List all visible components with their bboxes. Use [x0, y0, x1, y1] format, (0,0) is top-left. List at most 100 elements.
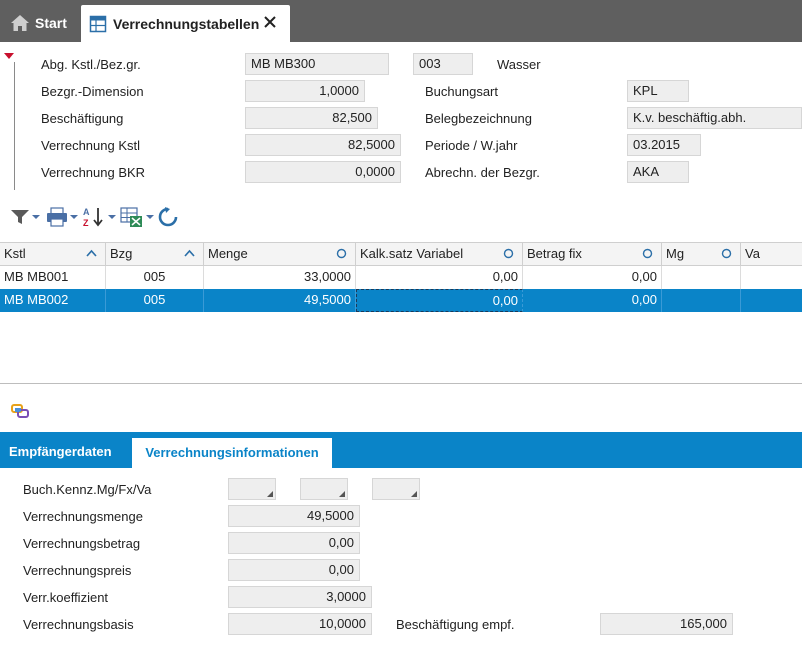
abg-code-field: 003: [413, 53, 473, 75]
verrechnung-bkr-label: Verrechnung BKR: [41, 165, 146, 180]
cell-kstl[interactable]: MB MB001: [0, 266, 106, 289]
verr-koeffizient-field: 3,0000: [228, 586, 372, 608]
home-icon: [11, 15, 29, 31]
kennz-va-field[interactable]: [372, 478, 420, 500]
verrechnungsmenge-field: 49,5000: [228, 505, 360, 527]
cell-bzg[interactable]: 005: [106, 266, 204, 289]
cell-va[interactable]: [741, 289, 802, 312]
print-icon: [47, 207, 67, 227]
sort-neutral-icon: [336, 248, 347, 259]
filter-icon: [11, 210, 29, 224]
column-label: Menge: [208, 246, 248, 261]
abrechn-field: AKA: [627, 161, 689, 183]
chevron-down-icon: [70, 215, 78, 219]
column-header-kalk-satz[interactable]: Kalk.satz Variabel: [356, 243, 523, 265]
chevron-down-icon: [108, 215, 116, 219]
verrechnungsbasis-label: Verrechnungsbasis: [23, 617, 134, 632]
table-icon: [89, 15, 107, 32]
close-icon[interactable]: [262, 14, 278, 30]
refresh-icon: [158, 207, 178, 227]
cell-menge[interactable]: 33,0000: [204, 266, 356, 289]
column-label: Va: [745, 246, 760, 261]
chevron-down-icon: [32, 215, 40, 219]
belegbezeichnung-field: K.v. beschäftig.abh.: [627, 107, 802, 129]
export-button[interactable]: [120, 204, 154, 230]
periode-label: Periode / W.jahr: [425, 138, 518, 153]
tab-start[interactable]: Start: [0, 4, 80, 42]
tab-empfaengerdaten[interactable]: Empfängerdaten: [0, 432, 121, 468]
tab-verrechnungstabellen[interactable]: Verrechnungstabellen: [81, 5, 290, 42]
sort-neutral-icon: [642, 248, 653, 259]
buch-kennz-label: Buch.Kennz.Mg/Fx/Va: [23, 482, 152, 497]
column-label: Kstl: [4, 246, 26, 261]
column-header-mg[interactable]: Mg: [662, 243, 741, 265]
dimension-field: 1,0000: [245, 80, 365, 102]
sort-neutral-icon: [721, 248, 732, 259]
cell-kalk-satz[interactable]: 0,00: [356, 266, 523, 289]
svg-text:Z: Z: [83, 218, 89, 228]
tab-bar: Start Verrechnungstabellen: [0, 0, 802, 42]
verrechnung-bkr-field: 0,0000: [245, 161, 401, 183]
dimension-label: Bezgr.-Dimension: [41, 84, 144, 99]
section-divider: [14, 62, 15, 190]
buchungsart-label: Buchungsart: [425, 84, 498, 99]
kennz-fx-field[interactable]: [300, 478, 348, 500]
cell-va[interactable]: [741, 266, 802, 289]
sort-ascending-icon: [184, 249, 195, 257]
belegbezeichnung-label: Belegbezeichnung: [425, 111, 532, 126]
sort-az-icon: A Z: [83, 207, 103, 228]
tab-verrechnungsinformationen[interactable]: Verrechnungsinformationen: [132, 438, 332, 468]
sort-neutral-icon: [503, 248, 514, 259]
table-row[interactable]: MB MB001 005 33,0000 0,00 0,00: [0, 266, 802, 289]
abg-label: Abg. Kstl./Bez.gr.: [41, 57, 141, 72]
column-header-bzg[interactable]: Bzg: [106, 243, 204, 265]
tab-start-label: Start: [35, 15, 67, 31]
cell-betrag-fix[interactable]: 0,00: [523, 289, 662, 312]
cell-mg[interactable]: [662, 289, 741, 312]
excel-export-icon: [120, 207, 142, 227]
beschaeftigung-label: Beschäftigung: [41, 111, 124, 126]
collapse-arrow-icon[interactable]: [4, 53, 14, 59]
abrechn-label: Abrechn. der Bezgr.: [425, 165, 540, 180]
table-row-selected[interactable]: MB MB002 005 49,5000 0,00 0,00: [0, 289, 802, 312]
cell-bzg[interactable]: 005: [106, 289, 204, 312]
filter-button[interactable]: [10, 204, 40, 230]
tab-active-label: Verrechnungstabellen: [113, 15, 260, 32]
abg-description: Wasser: [497, 57, 541, 72]
cell-mg[interactable]: [662, 266, 741, 289]
buchungsart-field: KPL: [627, 80, 689, 102]
link-icon[interactable]: [10, 402, 32, 420]
beschaeftigung-field: 82,500: [245, 107, 378, 129]
verrechnung-kstl-field: 82,5000: [245, 134, 401, 156]
column-header-va[interactable]: Va: [741, 243, 802, 265]
column-label: Betrag fix: [527, 246, 582, 261]
chevron-down-icon: [146, 215, 154, 219]
corner-indicator-icon: [267, 491, 273, 497]
periode-field: 03.2015: [627, 134, 701, 156]
grid-header: Kstl Bzg Menge Kalk.satz Variabel Betrag…: [0, 242, 802, 266]
corner-indicator-icon: [339, 491, 345, 497]
verrechnungsmenge-label: Verrechnungsmenge: [23, 509, 143, 524]
column-header-menge[interactable]: Menge: [204, 243, 356, 265]
column-header-betrag-fix[interactable]: Betrag fix: [523, 243, 662, 265]
verrechnungspreis-label: Verrechnungspreis: [23, 563, 132, 578]
cell-kstl[interactable]: MB MB002: [0, 289, 106, 312]
beschaeftigung-empf-field: 165,000: [600, 613, 733, 635]
print-button[interactable]: [46, 204, 78, 230]
verrechnungsbetrag-field: 0,00: [228, 532, 360, 554]
cell-kalk-satz-focused[interactable]: 0,00: [356, 289, 523, 312]
refresh-button[interactable]: [157, 204, 179, 230]
cell-betrag-fix[interactable]: 0,00: [523, 266, 662, 289]
cell-menge[interactable]: 49,5000: [204, 289, 356, 312]
column-header-kstl[interactable]: Kstl: [0, 243, 106, 265]
verrechnungsbetrag-label: Verrechnungsbetrag: [23, 536, 141, 551]
column-label: Kalk.satz Variabel: [360, 246, 464, 261]
sort-ascending-icon: [86, 249, 97, 257]
abg-field: MB MB300: [245, 53, 389, 75]
sort-button[interactable]: A Z: [82, 204, 116, 230]
kennz-mg-field[interactable]: [228, 478, 276, 500]
column-label: Bzg: [110, 246, 133, 261]
data-grid: Kstl Bzg Menge Kalk.satz Variabel Betrag…: [0, 242, 802, 384]
detail-tab-bar: Empfängerdaten Verrechnungsinformationen: [0, 432, 802, 468]
verr-koeffizient-label: Verr.koeffizient: [23, 590, 109, 605]
